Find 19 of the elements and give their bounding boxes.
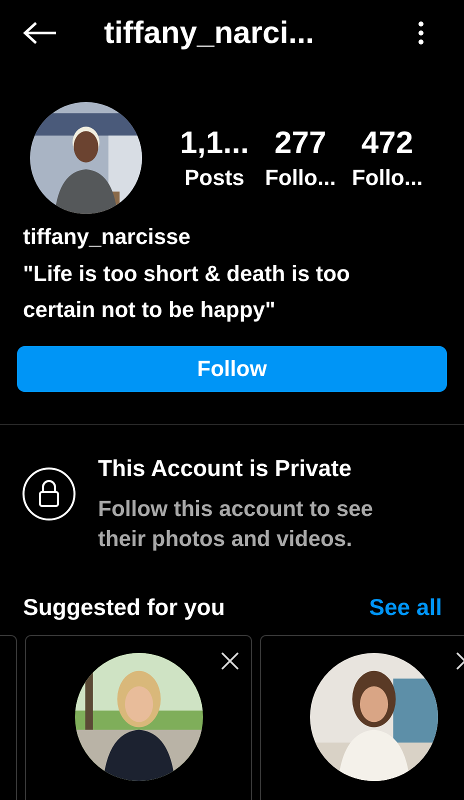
stat-label: Follo... [264, 165, 336, 191]
suggestion-card[interactable] [25, 635, 252, 800]
stat-count: 277 [274, 125, 326, 161]
profile-name: tiffany_narcisse [23, 224, 192, 250]
profile-bio: "Life is too short & death is too certain not to be happy" [23, 260, 351, 324]
more-options-icon[interactable] [418, 21, 424, 45]
see-all-link[interactable]: See all [369, 594, 442, 621]
back-arrow-icon[interactable] [22, 21, 58, 45]
stat-count: 1,1... [180, 125, 249, 161]
suggestion-card[interactable] [260, 635, 464, 800]
stat-count: 472 [361, 125, 414, 161]
stat-label: Follo... [352, 165, 423, 191]
private-account-message: Follow this account to see their photos and videos. [98, 495, 374, 553]
suggested-heading: Suggested for you [23, 594, 225, 621]
profile-username-title: tiffany_narci... [104, 15, 316, 51]
close-icon[interactable] [221, 652, 239, 670]
private-account-title: This Account is Private [98, 455, 352, 482]
lock-icon [22, 467, 76, 521]
stat-label: Posts [184, 165, 244, 191]
